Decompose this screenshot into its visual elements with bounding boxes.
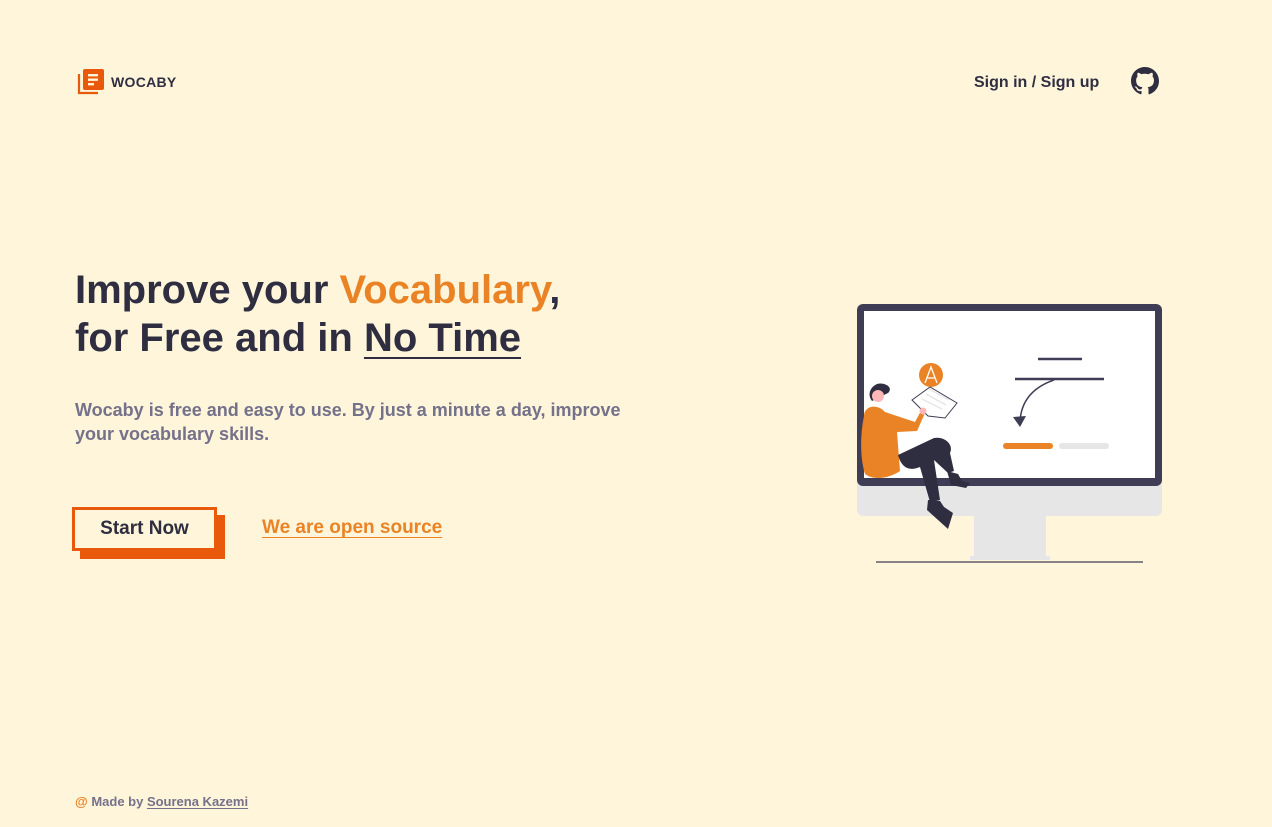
hero-title-comma: , xyxy=(549,268,561,312)
github-icon[interactable] xyxy=(1131,67,1159,95)
footer-made-by: Made by xyxy=(91,794,147,809)
footer-at-symbol: @ xyxy=(75,794,88,809)
hero-title-underlined: No Time xyxy=(363,316,522,360)
hero-title: Improve your Vocabulary, for Free and in … xyxy=(75,266,560,362)
footer: @ Made by Sourena Kazemi xyxy=(75,794,248,809)
brand-logo[interactable]: WOCABY xyxy=(77,68,177,95)
hero-title-accent: Vocabulary xyxy=(339,268,550,312)
hero-subtitle: Wocaby is free and easy to use. By just … xyxy=(75,400,621,444)
author-link[interactable]: Sourena Kazemi xyxy=(147,794,248,809)
open-source-link[interactable]: We are open source xyxy=(262,517,442,539)
start-now-button[interactable]: Start Now xyxy=(72,507,217,551)
book-icon xyxy=(77,68,104,95)
hero-title-part1: Improve your xyxy=(75,268,340,312)
brand-name: WOCABY xyxy=(111,73,177,90)
hero-title-part2: for Free and in xyxy=(75,316,364,360)
signin-signup-link[interactable]: Sign in / Sign up xyxy=(974,74,1099,92)
start-now-button-wrapper: Start Now xyxy=(72,507,225,559)
person-with-monitor-illustration xyxy=(850,295,1170,570)
